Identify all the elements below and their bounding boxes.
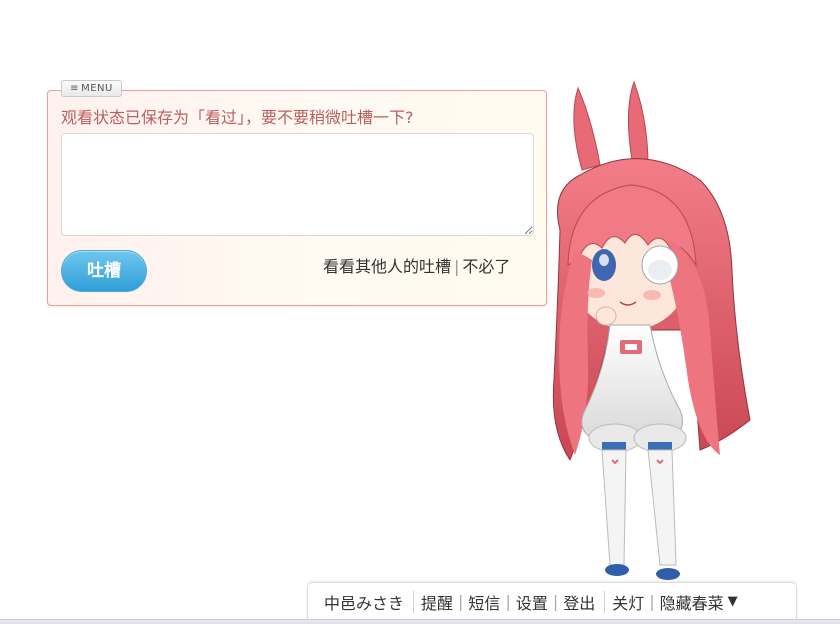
dismiss-link[interactable]: 不必了 [462,257,510,276]
toolbar-separator: | [649,592,655,611]
menu-button[interactable]: ≡ MENU [61,80,122,97]
bottom-edge [0,619,840,624]
link-separator: | [454,257,460,276]
notifications-link[interactable]: 提醒 [421,590,453,614]
lights-off-link[interactable]: 关灯 [612,590,644,614]
toolbar-separator: | [458,592,464,611]
submit-comment-button[interactable]: 吐槽 [61,250,147,292]
logout-link[interactable]: 登出 [563,590,595,614]
username-link[interactable]: 中邑みさき [324,590,404,614]
dialog-links: 看看其他人的吐槽 | 不必了 [323,253,510,277]
settings-link[interactable]: 设置 [516,590,548,614]
mascot-character [552,80,751,580]
toolbar-divider [413,590,415,613]
messages-link[interactable]: 短信 [468,590,500,614]
toolbar-separator: | [552,592,559,611]
page: ≡ MENU 观看状态已保存为「看过」，要不要稍微吐槽一下? 吐槽 看看其他人的… [0,0,840,624]
menu-icon: ≡ [70,82,80,94]
toolbar-divider [604,590,606,613]
dropdown-arrow-icon[interactable]: ▼ [728,594,738,609]
toolbar-separator: | [505,592,511,611]
view-others-link[interactable]: 看看其他人的吐槽 [323,257,451,276]
comment-input[interactable] [61,133,534,236]
bottom-toolbar: 中邑みさき 提醒 | 短信 | 设置 | 登出 关灯 | 隐藏春菜 ▼ [307,582,797,620]
menu-label: MENU [81,83,113,94]
hide-mascot-link[interactable]: 隐藏春菜 [660,590,724,614]
dialog-prompt: 观看状态已保存为「看过」，要不要稍微吐槽一下? [61,108,414,127]
